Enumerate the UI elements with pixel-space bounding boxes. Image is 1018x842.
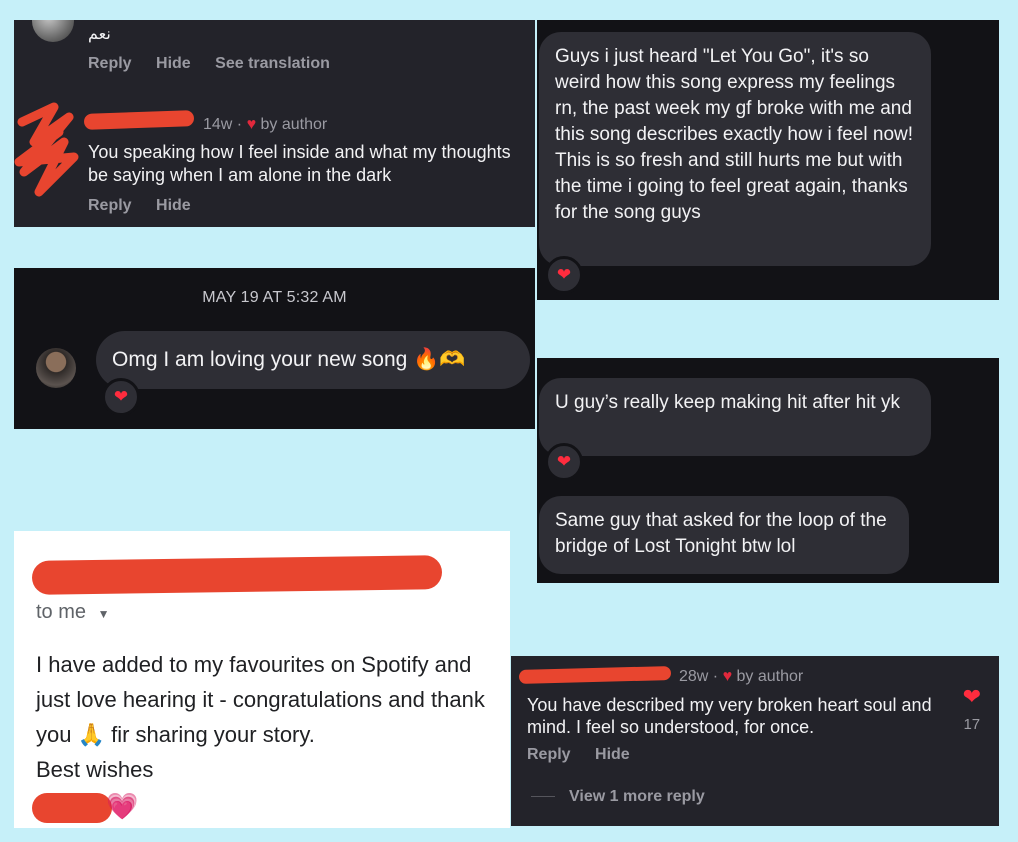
heart-reaction-icon[interactable]: ❤ (102, 378, 140, 416)
comment-actions: Reply Hide (527, 746, 650, 764)
redaction-scribble (14, 102, 79, 197)
message-text: Same guy that asked for the loop of the … (555, 510, 887, 557)
comment-panel-2: 28w · ♥ by author You have described my … (511, 656, 999, 826)
message-bubble[interactable]: Omg I am loving your new song 🔥🫶 (96, 331, 530, 389)
email-sign-off: Best wishes (36, 757, 154, 782)
dm-panel-hit-after-hit: U guy’s really keep making hit after hit… (537, 358, 999, 583)
pink-heart-icon: 💗 (106, 791, 139, 821)
redacted-username (518, 666, 672, 684)
message-text: Omg I am loving your new song 🔥🫶 (112, 348, 466, 371)
divider (531, 796, 555, 798)
email-body-text: I have added to my favourites on Spotify… (36, 652, 485, 747)
see-translation-button[interactable]: See translation (215, 55, 330, 73)
heart-icon: ♥ (246, 116, 257, 133)
comment-meta: 14w · ♥ by author (203, 116, 328, 133)
dm-panel-let-you-go: Guys i just heard "Let You Go", it's so … (537, 20, 999, 300)
message-bubble[interactable]: Same guy that asked for the loop of the … (539, 496, 909, 574)
reply-button[interactable]: Reply (88, 197, 132, 215)
message-text: Guys i just heard "Let You Go", it's so … (555, 46, 914, 145)
dm-panel-loving-song: MAY 19 AT 5:32 AM Omg I am loving your n… (14, 268, 535, 429)
message-text-2: This is so fresh and still hurts me but … (555, 150, 908, 223)
heart-reaction-icon[interactable]: ❤ (545, 443, 583, 481)
message-bubble[interactable]: Guys i just heard "Let You Go", it's so … (539, 32, 931, 266)
comment-meta: 28w · ♥ by author (679, 668, 804, 685)
heart-reaction-icon[interactable]: ❤ (545, 256, 583, 294)
comment-actions: Reply Hide See translation (88, 55, 350, 73)
heart-icon: ❤ (962, 684, 981, 709)
avatar[interactable] (36, 348, 76, 388)
reply-button[interactable]: Reply (527, 746, 571, 764)
reply-button[interactable]: Reply (88, 55, 132, 73)
redacted-sender (31, 555, 443, 595)
comment-text: You have described my very broken heart … (527, 695, 932, 737)
hide-button[interactable]: Hide (156, 197, 191, 215)
like-button[interactable]: ❤ 17 (963, 684, 981, 733)
message-bubble[interactable]: U guy’s really keep making hit after hit… (539, 378, 931, 456)
comment-text-arabic: نعم (88, 24, 111, 43)
like-count: 17 (963, 716, 981, 733)
comment-text: You speaking how I feel inside and what … (88, 142, 511, 185)
comment-actions-2: Reply Hide (88, 197, 211, 215)
chevron-down-icon: ▼ (97, 607, 110, 621)
avatar[interactable] (32, 20, 74, 42)
email-body: I have added to my favourites on Spotify… (36, 647, 506, 787)
redacted-signature (32, 793, 112, 823)
hide-button[interactable]: Hide (595, 746, 630, 764)
comment-panel-1: نعم Reply Hide See translation 14w · ♥ b… (14, 20, 535, 227)
heart-icon: ♥ (722, 668, 733, 685)
recipient-dropdown[interactable]: to me ▼ (36, 601, 109, 624)
view-more-replies-button[interactable]: View 1 more reply (531, 788, 705, 806)
message-text: U guy’s really keep making hit after hit… (555, 392, 900, 413)
email-panel: to me ▼ I have added to my favourites on… (14, 531, 510, 828)
hide-button[interactable]: Hide (156, 55, 191, 73)
message-date: MAY 19 AT 5:32 AM (202, 289, 347, 306)
